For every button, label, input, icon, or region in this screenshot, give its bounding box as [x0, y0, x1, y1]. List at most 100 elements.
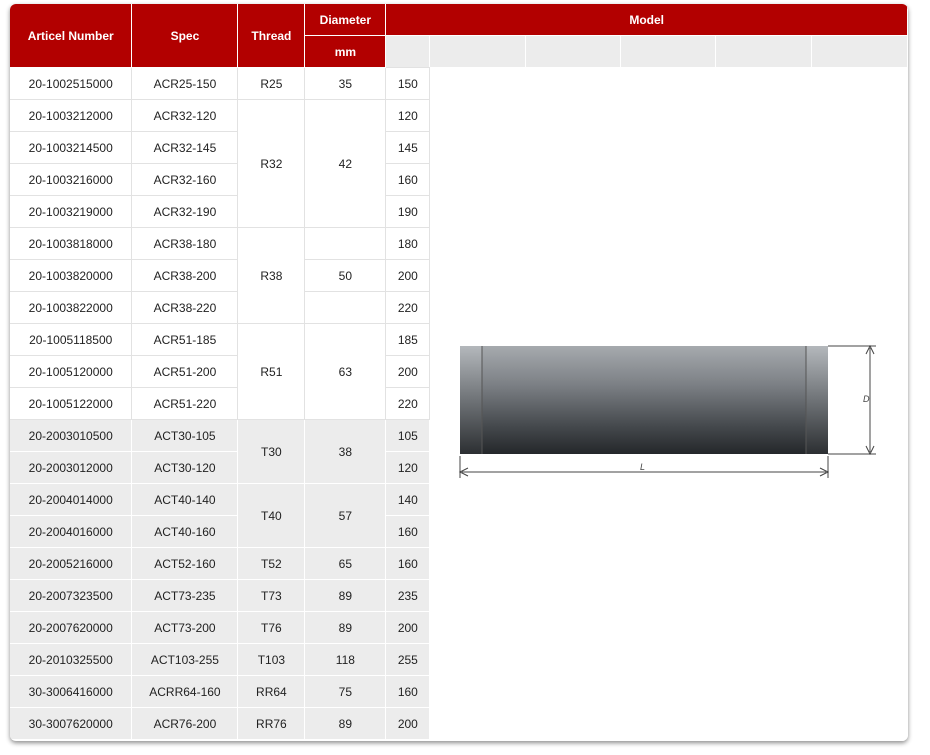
article-number-cell: 20-1003216000 — [10, 163, 133, 196]
spec-cell: ACRR64-160 — [131, 675, 239, 708]
model-cell: 200 — [385, 355, 431, 388]
model-cell: 160 — [385, 675, 431, 708]
article-number-cell: 20-1002515000 — [10, 67, 133, 100]
article-number-cell: 20-1003822000 — [10, 291, 133, 324]
article-number-header: Articel Number — [10, 4, 133, 68]
spec-cell: ACT103-255 — [131, 643, 239, 676]
diameter-cell: 89 — [304, 611, 387, 644]
spec-cell: ACT73-200 — [131, 611, 239, 644]
diameter-unit-header: mm — [304, 35, 387, 68]
article-number-cell: 30-3006416000 — [10, 675, 133, 708]
diameter-cell: 118 — [304, 643, 387, 676]
diameter-cell: 63 — [304, 323, 387, 420]
model-cell: 160 — [385, 515, 431, 548]
diameter-cell: 89 — [304, 707, 387, 740]
article-number-cell: 20-2007323500 — [10, 579, 133, 612]
model-cell: 160 — [385, 163, 431, 196]
article-number-cell: 20-1005118500 — [10, 323, 133, 356]
article-number-cell: 20-2005216000 — [10, 547, 133, 580]
spec-cell: ACT40-160 — [131, 515, 239, 548]
spec-cell: ACR25-150 — [131, 67, 239, 100]
spec-cell: ACT30-120 — [131, 451, 239, 484]
model-cell: 185 — [385, 323, 431, 356]
article-number-cell: 20-1003214500 — [10, 131, 133, 164]
coupling-sleeve-drawing: D L — [458, 344, 876, 478]
model-cell: 145 — [385, 131, 431, 164]
thread-cell: T40 — [237, 483, 306, 548]
spec-cell: ACR32-145 — [131, 131, 239, 164]
model-cell: 200 — [385, 707, 431, 740]
spec-cell: ACR38-220 — [131, 291, 239, 324]
thread-cell: R38 — [237, 227, 306, 324]
model-cell: 190 — [385, 195, 431, 228]
diameter-cell — [304, 291, 387, 324]
model-cell: 180 — [385, 227, 431, 260]
spec-cell: ACT30-105 — [131, 419, 239, 452]
article-number-cell: 20-2010325500 — [10, 643, 133, 676]
diameter-header: Diameter — [304, 4, 387, 36]
thread-cell: T30 — [237, 419, 306, 484]
thread-cell: T76 — [237, 611, 306, 644]
diameter-cell: 35 — [304, 67, 387, 100]
thread-cell: T52 — [237, 547, 306, 580]
spec-cell: ACR32-160 — [131, 163, 239, 196]
article-number-cell: 20-1005122000 — [10, 387, 133, 420]
diameter-cell: 38 — [304, 419, 387, 484]
diameter-cell: 75 — [304, 675, 387, 708]
spec-cell: ACR38-200 — [131, 259, 239, 292]
article-number-cell: 20-2007620000 — [10, 611, 133, 644]
spec-cell: ACT73-235 — [131, 579, 239, 612]
diameter-cell: 89 — [304, 579, 387, 612]
model-cell: 105 — [385, 419, 431, 452]
diameter-cell: 50 — [304, 259, 387, 292]
model-cell: 150 — [385, 67, 431, 100]
model-cell: 200 — [385, 611, 431, 644]
article-number-cell: 20-1003212000 — [10, 99, 133, 132]
model-cell: 120 — [385, 99, 431, 132]
diameter-dimension-label: D — [863, 394, 870, 404]
model-cell: 160 — [385, 547, 431, 580]
thread-cell: T103 — [237, 643, 306, 676]
article-number-cell: 20-1003818000 — [10, 227, 133, 260]
spec-header: Spec — [131, 4, 239, 68]
thread-cell: RR76 — [237, 707, 306, 740]
model-cell: 140 — [385, 483, 431, 516]
thread-header: Thread — [237, 4, 306, 68]
model-cell: 200 — [385, 259, 431, 292]
diameter-cell: 57 — [304, 483, 387, 548]
diameter-cell: 65 — [304, 547, 387, 580]
model-subheader-cell — [715, 35, 812, 68]
spec-cell: ACT52-160 — [131, 547, 239, 580]
spec-cell: ACR76-200 — [131, 707, 239, 740]
model-header: Model — [385, 4, 908, 36]
spec-cell: ACR38-180 — [131, 227, 239, 260]
article-number-cell: 20-2003010500 — [10, 419, 133, 452]
thread-cell: RR64 — [237, 675, 306, 708]
thread-cell: R25 — [237, 67, 306, 100]
model-cell: 120 — [385, 451, 431, 484]
sleeve-body — [460, 346, 828, 454]
article-number-cell: 20-1003219000 — [10, 195, 133, 228]
model-cell: 220 — [385, 291, 431, 324]
article-number-cell: 20-1005120000 — [10, 355, 133, 388]
article-number-cell: 30-3007620000 — [10, 707, 133, 740]
model-subheader-cell — [811, 35, 908, 68]
model-cell: 255 — [385, 643, 431, 676]
article-number-cell: 20-2003012000 — [10, 451, 133, 484]
diameter-cell: 42 — [304, 99, 387, 228]
spec-cell: ACR32-120 — [131, 99, 239, 132]
spec-cell: ACT40-140 — [131, 483, 239, 516]
spec-cell: ACR51-200 — [131, 355, 239, 388]
model-subheader-cell — [385, 35, 431, 68]
diameter-cell — [304, 227, 387, 260]
model-subheader-cell — [620, 35, 717, 68]
article-number-cell: 20-2004014000 — [10, 483, 133, 516]
spec-cell: ACR51-185 — [131, 323, 239, 356]
spec-cell: ACR51-220 — [131, 387, 239, 420]
thread-cell: R51 — [237, 323, 306, 420]
model-subheader-cell — [525, 35, 622, 68]
model-cell: 235 — [385, 579, 431, 612]
model-cell: 220 — [385, 387, 431, 420]
article-number-cell: 20-2004016000 — [10, 515, 133, 548]
length-dimension-label: L — [640, 462, 645, 472]
